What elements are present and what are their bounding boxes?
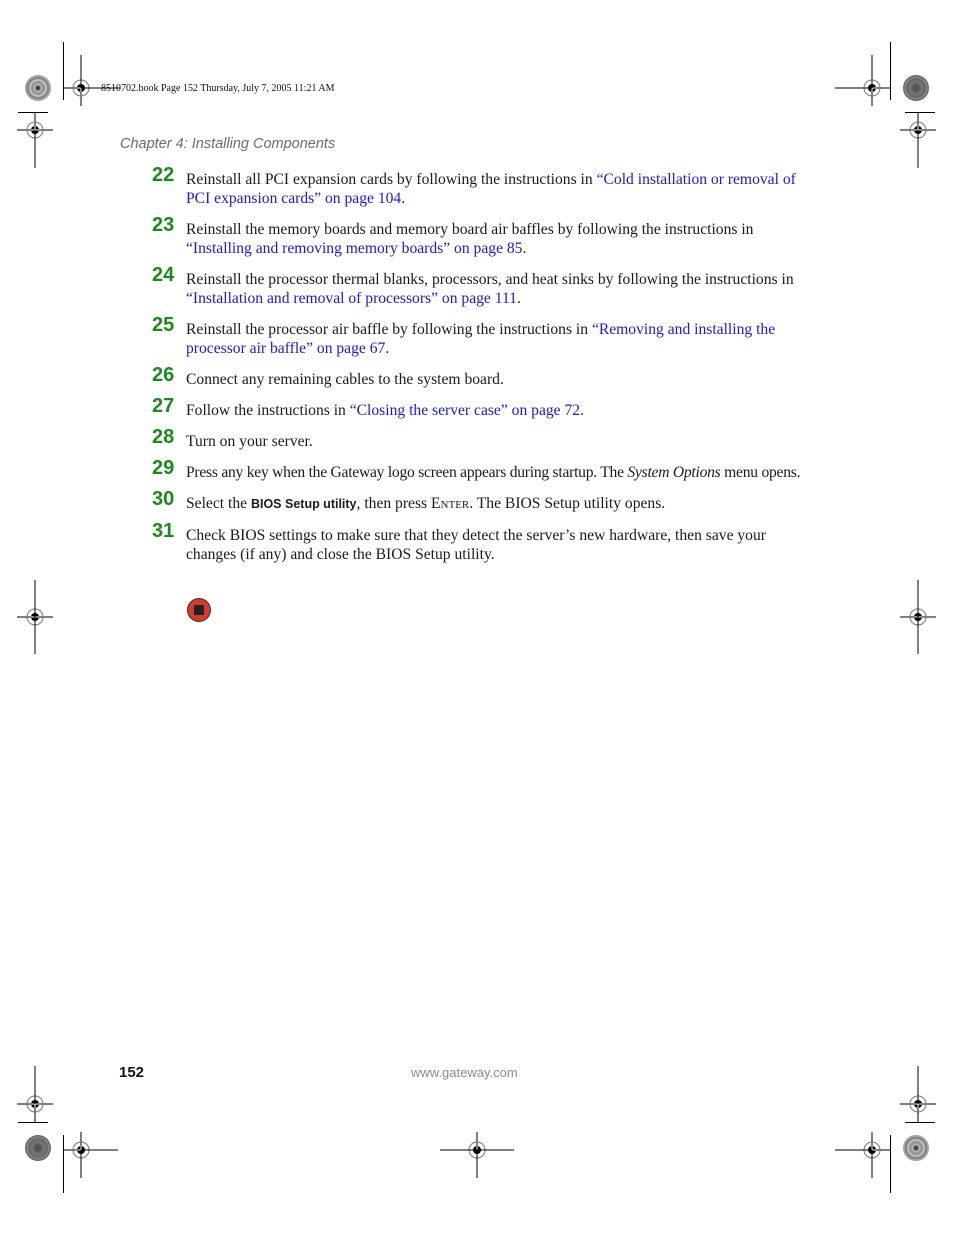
step-text: Select the <box>186 495 251 512</box>
crop-mark <box>905 1122 935 1123</box>
crop-mark <box>63 42 64 100</box>
step-item: 28 Turn on your server. <box>150 427 810 451</box>
color-rosette-icon <box>25 1135 51 1161</box>
step-number: 31 <box>152 520 175 542</box>
step-item: 26 Connect any remaining cables to the s… <box>150 365 810 389</box>
step-number: 23 <box>152 214 175 236</box>
step-item: 24 Reinstall the processor thermal blank… <box>150 265 810 308</box>
step-text: Reinstall the memory boards and memory b… <box>186 221 754 238</box>
step-number: 25 <box>152 314 175 336</box>
color-rosette-icon <box>25 75 51 101</box>
stop-icon <box>187 598 211 622</box>
step-item: 22 Reinstall all PCI expansion cards by … <box>150 165 810 208</box>
registration-mark-icon <box>62 55 120 107</box>
website-url: www.gateway.com <box>411 1065 518 1080</box>
cross-reference-link[interactable]: “Installing and removing memory boards” … <box>186 240 522 257</box>
key-name: Enter <box>431 495 470 512</box>
crop-mark <box>890 42 891 100</box>
step-item: 29 Press any key when the Gateway logo s… <box>150 458 810 482</box>
registration-mark-icon <box>835 55 891 107</box>
registration-mark-icon <box>835 1131 891 1178</box>
crop-mark <box>18 112 48 113</box>
step-item: 30 Select the BIOS Setup utility, then p… <box>150 489 810 514</box>
step-text: Press any key when the Gateway logo scre… <box>186 464 628 481</box>
step-number: 26 <box>152 364 175 386</box>
step-number: 29 <box>152 457 175 479</box>
registration-mark-icon <box>899 111 937 168</box>
step-text: . <box>401 190 406 207</box>
step-text: Connect any remaining cables to the syst… <box>186 371 504 388</box>
step-text: . The BIOS Setup utility opens. <box>469 495 666 512</box>
menu-name: System Options <box>627 464 721 481</box>
step-text: Follow the instructions in <box>186 402 350 419</box>
crop-mark <box>63 1135 64 1193</box>
page-number: 152 <box>119 1064 145 1081</box>
step-number: 30 <box>152 488 175 510</box>
crop-mark <box>18 1122 48 1123</box>
step-list: 22 Reinstall all PCI expansion cards by … <box>150 165 810 576</box>
step-item: 23 Reinstall the memory boards and memor… <box>150 215 810 258</box>
step-text: Check BIOS settings to make sure that th… <box>186 527 766 563</box>
step-text: . <box>522 240 527 257</box>
step-number: 28 <box>152 426 175 448</box>
step-item: 27 Follow the instructions in “Closing t… <box>150 396 810 420</box>
cross-reference-link[interactable]: “Closing the server case” on page 72 <box>350 402 580 419</box>
registration-mark-icon <box>62 1131 118 1178</box>
step-text: Turn on your server. <box>186 433 313 450</box>
crop-mark <box>890 1135 891 1193</box>
step-text: Reinstall the processor thermal blanks, … <box>186 271 794 288</box>
step-number: 27 <box>152 395 175 417</box>
step-text: . <box>385 340 390 357</box>
registration-mark-icon <box>16 1066 54 1123</box>
step-number: 24 <box>152 264 175 286</box>
crop-mark <box>905 112 935 113</box>
step-text: . <box>516 290 521 307</box>
step-item: 25 Reinstall the processor air baffle by… <box>150 315 810 358</box>
color-rosette-icon <box>903 1135 929 1161</box>
registration-mark-icon <box>16 580 54 654</box>
registration-mark-icon <box>899 1066 937 1123</box>
registration-mark-icon <box>899 580 937 654</box>
color-rosette-icon <box>903 75 929 101</box>
step-text: Reinstall the processor air baffle by fo… <box>186 321 592 338</box>
registration-mark-icon <box>16 111 54 168</box>
menu-option-label: BIOS Setup utility <box>250 497 357 511</box>
step-text: Reinstall all PCI expansion cards by fol… <box>186 171 597 188</box>
registration-mark-icon <box>440 1131 514 1178</box>
chapter-header: Chapter 4: Installing Components <box>120 136 336 152</box>
step-item: 31 Check BIOS settings to make sure that… <box>150 521 810 564</box>
cross-reference-link[interactable]: “Installation and removal of processors”… <box>186 290 517 307</box>
step-number: 22 <box>152 164 175 186</box>
step-text: . <box>580 402 584 419</box>
print-slug: 8510702.book Page 152 Thursday, July 7, … <box>101 83 335 94</box>
step-text: menu opens. <box>720 464 801 481</box>
step-text: , then press <box>356 495 432 512</box>
